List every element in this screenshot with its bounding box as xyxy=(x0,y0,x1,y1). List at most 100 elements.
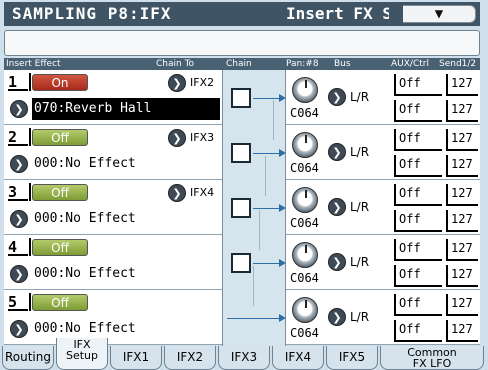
bus-select-arrow-icon[interactable]: ❯ xyxy=(328,253,346,271)
chain-to-arrow-icon[interactable]: ❯ xyxy=(168,184,186,202)
effect-select-arrow-icon[interactable]: ❯ xyxy=(10,265,28,283)
ctrl-value[interactable]: Off xyxy=(394,155,442,177)
effect-select[interactable]: 000:No Effect xyxy=(32,153,220,175)
tab-ifx4[interactable]: IFX4 xyxy=(272,346,324,370)
ifx-output-5: C064 ❯ L/R Off Off 127 127 xyxy=(286,290,480,345)
chain-line xyxy=(253,153,279,154)
pan-value: C064 xyxy=(290,271,319,285)
info-bar xyxy=(4,30,480,56)
bus-select-arrow-icon[interactable]: ❯ xyxy=(328,88,346,106)
chain-to-arrow-icon[interactable]: ❯ xyxy=(168,129,186,147)
chain-line xyxy=(253,208,279,209)
slot-number: 5 xyxy=(8,293,31,311)
ctrl-value[interactable]: Off xyxy=(394,100,442,122)
bus-value: L/R xyxy=(350,310,370,324)
title-bar: SAMPLING P8:IFX Insert FX Setup ▼ xyxy=(4,2,480,26)
ctrl-value[interactable]: Off xyxy=(394,265,442,287)
chain-checkbox[interactable] xyxy=(231,88,251,108)
effect-select-arrow-icon[interactable]: ❯ xyxy=(10,210,28,228)
page-menu-button[interactable]: ▼ xyxy=(389,5,476,23)
chain-line xyxy=(253,263,279,264)
pan-knob-icon[interactable] xyxy=(292,132,318,158)
effect-select-arrow-icon[interactable]: ❯ xyxy=(10,100,28,118)
chain-line xyxy=(227,318,279,319)
slot-number: 3 xyxy=(8,183,31,201)
send1-value[interactable]: 127 xyxy=(446,294,478,316)
aux-value[interactable]: Off xyxy=(394,129,442,151)
column-header: Insert Effect Chain To Chain Pan:#8 Bus … xyxy=(4,58,480,70)
effect-select-arrow-icon[interactable]: ❯ xyxy=(10,155,28,173)
send2-value[interactable]: 127 xyxy=(446,155,478,177)
pan-knob-icon[interactable] xyxy=(292,77,318,103)
aux-value[interactable]: Off xyxy=(394,184,442,206)
ifx-output-1: C064 ❯ L/R Off Off 127 127 xyxy=(286,70,480,125)
pan-knob-icon[interactable] xyxy=(292,297,318,323)
effect-select[interactable]: 000:No Effect xyxy=(32,318,220,340)
ifx-on-off-button[interactable]: Off xyxy=(32,294,88,311)
tab-ifx1[interactable]: IFX1 xyxy=(110,346,162,370)
mode-page-title: SAMPLING P8:IFX xyxy=(12,4,172,23)
send1-value[interactable]: 127 xyxy=(446,184,478,206)
chain-checkbox[interactable] xyxy=(231,253,251,273)
pan-value: C064 xyxy=(290,216,319,230)
effect-select[interactable]: 070:Reverb Hall xyxy=(32,98,220,120)
chain-route xyxy=(259,210,260,250)
chain-checkbox[interactable] xyxy=(231,198,251,218)
tab-common-fx-lfo[interactable]: Common FX LFO xyxy=(380,346,484,370)
chain-to-arrow-icon[interactable]: ❯ xyxy=(168,74,186,92)
pan-knob-icon[interactable] xyxy=(292,242,318,268)
ifx-on-off-button[interactable]: Off xyxy=(32,129,88,146)
tab-ifx-setup[interactable]: IFX Setup xyxy=(56,338,108,370)
aux-value[interactable]: Off xyxy=(394,294,442,316)
tab-ifx2[interactable]: IFX2 xyxy=(164,346,216,370)
col-bus: Bus xyxy=(334,59,351,69)
tab-ifx3[interactable]: IFX3 xyxy=(218,346,270,370)
bus-select-arrow-icon[interactable]: ❯ xyxy=(328,198,346,216)
ctrl-value[interactable]: Off xyxy=(394,210,442,232)
col-pan: Pan:#8 xyxy=(286,59,319,69)
signal-arrow-icon xyxy=(279,314,286,322)
ifx-slot-2: 2 Off ❯ IFX3 ❯ 000:No Effect xyxy=(4,125,222,180)
bus-value: L/R xyxy=(350,145,370,159)
col-chain-to: Chain To xyxy=(156,59,195,69)
chain-route xyxy=(265,156,266,196)
pan-knob-icon[interactable] xyxy=(292,187,318,213)
bus-select-arrow-icon[interactable]: ❯ xyxy=(328,308,346,326)
chain-route xyxy=(253,266,254,306)
send2-value[interactable]: 127 xyxy=(446,265,478,287)
tab-ifx5[interactable]: IFX5 xyxy=(326,346,378,370)
ifx-on-off-button[interactable]: On xyxy=(32,74,88,91)
col-insert-effect: Insert Effect xyxy=(6,59,61,69)
aux-value[interactable]: Off xyxy=(394,239,442,261)
send1-value[interactable]: 127 xyxy=(446,74,478,96)
ifx-slot-1: 1 On ❯ IFX2 ❯ 070:Reverb Hall xyxy=(4,70,222,125)
signal-arrow-icon xyxy=(279,149,286,157)
effect-select-arrow-icon[interactable]: ❯ xyxy=(10,320,28,338)
ifx-slot-4: 4 Off ❯ 000:No Effect xyxy=(4,235,222,290)
chain-to-label: IFX3 xyxy=(190,131,215,144)
ifx-output-3: C064 ❯ L/R Off Off 127 127 xyxy=(286,180,480,235)
signal-arrow-icon xyxy=(279,204,286,212)
bus-value: L/R xyxy=(350,90,370,104)
aux-value[interactable]: Off xyxy=(394,74,442,96)
ifx-on-off-button[interactable]: Off xyxy=(32,184,88,201)
effect-select[interactable]: 000:No Effect xyxy=(32,263,220,285)
send1-value[interactable]: 127 xyxy=(446,129,478,151)
signal-arrow-icon xyxy=(279,94,286,102)
ifx-output-2: C064 ❯ L/R Off Off 127 127 xyxy=(286,125,480,180)
send1-value[interactable]: 127 xyxy=(446,239,478,261)
chain-line xyxy=(253,98,279,99)
effect-select[interactable]: 000:No Effect xyxy=(32,208,220,230)
ifx-slot-5: 5 Off ❯ 000:No Effect xyxy=(4,290,222,345)
dropdown-triangle-icon: ▼ xyxy=(434,6,444,22)
signal-arrow-icon xyxy=(279,259,286,267)
slot-number: 4 xyxy=(8,238,31,256)
send2-value[interactable]: 127 xyxy=(446,100,478,122)
page-tabs: Routing IFX Setup IFX1 IFX2 IFX3 IFX4 IF… xyxy=(0,338,488,370)
ifx-on-off-button[interactable]: Off xyxy=(32,239,88,256)
chain-to-label: IFX2 xyxy=(190,76,215,89)
send2-value[interactable]: 127 xyxy=(446,210,478,232)
tab-routing[interactable]: Routing xyxy=(2,346,54,370)
bus-select-arrow-icon[interactable]: ❯ xyxy=(328,143,346,161)
chain-checkbox[interactable] xyxy=(231,143,251,163)
